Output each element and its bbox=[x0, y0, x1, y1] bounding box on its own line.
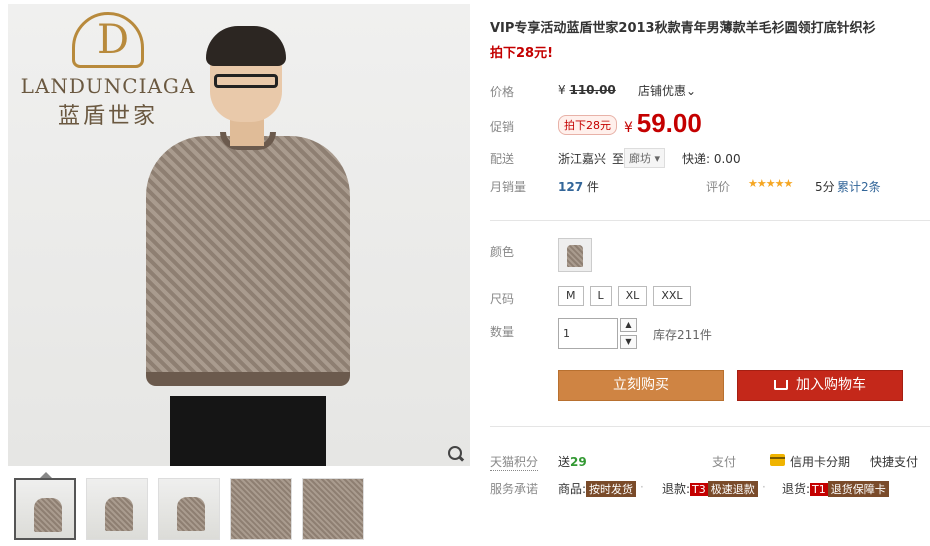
size-options: M L XL XXL bbox=[558, 286, 691, 306]
cart-icon bbox=[774, 380, 788, 390]
ship-to-select[interactable]: 廊坊 ▾ bbox=[624, 148, 666, 168]
promise-refund[interactable]: 退款: T3 极速退款 bbox=[662, 480, 758, 497]
thumbnail-5[interactable] bbox=[302, 478, 364, 540]
arrow-down-icon[interactable]: ▼ bbox=[620, 335, 637, 349]
promo-label: 促销 bbox=[490, 120, 515, 134]
star-rating-icon: ★★★★★ bbox=[748, 177, 793, 190]
chevron-down-icon: ⌄ bbox=[686, 84, 697, 98]
installment-link[interactable]: 信用卡分期 bbox=[790, 453, 850, 470]
shipping-label: 配送 bbox=[490, 152, 515, 166]
main-product-image[interactable]: LANDUNCIAGA 蓝盾世家 bbox=[8, 4, 470, 466]
arrow-up-icon[interactable]: ▲ bbox=[620, 318, 637, 332]
current-price: ¥ 59.00 bbox=[624, 108, 702, 138]
sales-label: 月销量 bbox=[490, 180, 527, 194]
payment-label: 支付 bbox=[712, 455, 737, 469]
thumbnail-strip bbox=[14, 478, 364, 540]
store-promo-dropdown[interactable]: 店铺优惠⌄ bbox=[638, 82, 696, 99]
buy-now-button[interactable]: 立刻购买 bbox=[558, 370, 724, 401]
sales-count: 127 件 bbox=[558, 180, 599, 194]
size-option-xxl[interactable]: XXL bbox=[653, 286, 691, 306]
promo-badge: 拍下28元 bbox=[558, 115, 617, 135]
promise-shipping[interactable]: 商品: 按时发货 bbox=[558, 480, 637, 497]
service-promise-label: 服务承诺 bbox=[490, 482, 539, 496]
divider bbox=[490, 220, 930, 221]
size-label: 尺码 bbox=[490, 292, 515, 306]
promo-text: 拍下28元! bbox=[490, 46, 554, 61]
original-price: ¥ 110.00 bbox=[558, 83, 616, 97]
points-label[interactable]: 天猫积分 bbox=[490, 453, 539, 471]
divider bbox=[490, 426, 930, 427]
thumbnail-2[interactable] bbox=[86, 478, 148, 540]
quantity-input[interactable]: 1 bbox=[558, 318, 618, 349]
color-label: 颜色 bbox=[490, 245, 515, 259]
stock-count: 库存211件 bbox=[653, 328, 712, 342]
model-photo bbox=[128, 24, 368, 466]
zoom-icon[interactable] bbox=[446, 444, 466, 464]
price-area: 价格 ¥ 110.00 店铺优惠⌄ 促销 拍下28元 ¥ 59.00 配送 浙江… bbox=[490, 70, 926, 200]
thumbnail-1[interactable] bbox=[14, 478, 76, 540]
size-option-m[interactable]: M bbox=[558, 286, 584, 306]
ship-to-label: 至 bbox=[612, 152, 625, 166]
promise-return[interactable]: 退货: T1 退货保障卡 bbox=[782, 480, 889, 497]
size-option-xl[interactable]: XL bbox=[617, 286, 648, 306]
separator: · bbox=[640, 480, 644, 494]
separator: · bbox=[762, 480, 766, 494]
card-icon bbox=[770, 454, 785, 466]
review-count-link[interactable]: 累计2条 bbox=[837, 178, 881, 195]
price-label: 价格 bbox=[490, 85, 515, 99]
shipping-fee: 快递: 0.00 bbox=[682, 152, 741, 166]
color-option[interactable] bbox=[558, 238, 592, 272]
product-title: VIP专享活动蓝盾世家2013秋款青年男薄款羊毛衫圆领打底针织衫 bbox=[490, 21, 876, 36]
thumbnail-4[interactable] bbox=[230, 478, 292, 540]
thumbnail-3[interactable] bbox=[158, 478, 220, 540]
rating-score: 5分 bbox=[815, 180, 835, 194]
size-option-l[interactable]: L bbox=[589, 286, 612, 306]
quantity-label: 数量 bbox=[490, 325, 515, 339]
points-value: 送29 bbox=[558, 455, 587, 469]
quick-pay-link[interactable]: 快捷支付 bbox=[870, 453, 918, 470]
add-to-cart-button[interactable]: 加入购物车 bbox=[737, 370, 903, 401]
rating-label: 评价 bbox=[706, 180, 731, 194]
ship-from: 浙江嘉兴 bbox=[558, 152, 607, 166]
